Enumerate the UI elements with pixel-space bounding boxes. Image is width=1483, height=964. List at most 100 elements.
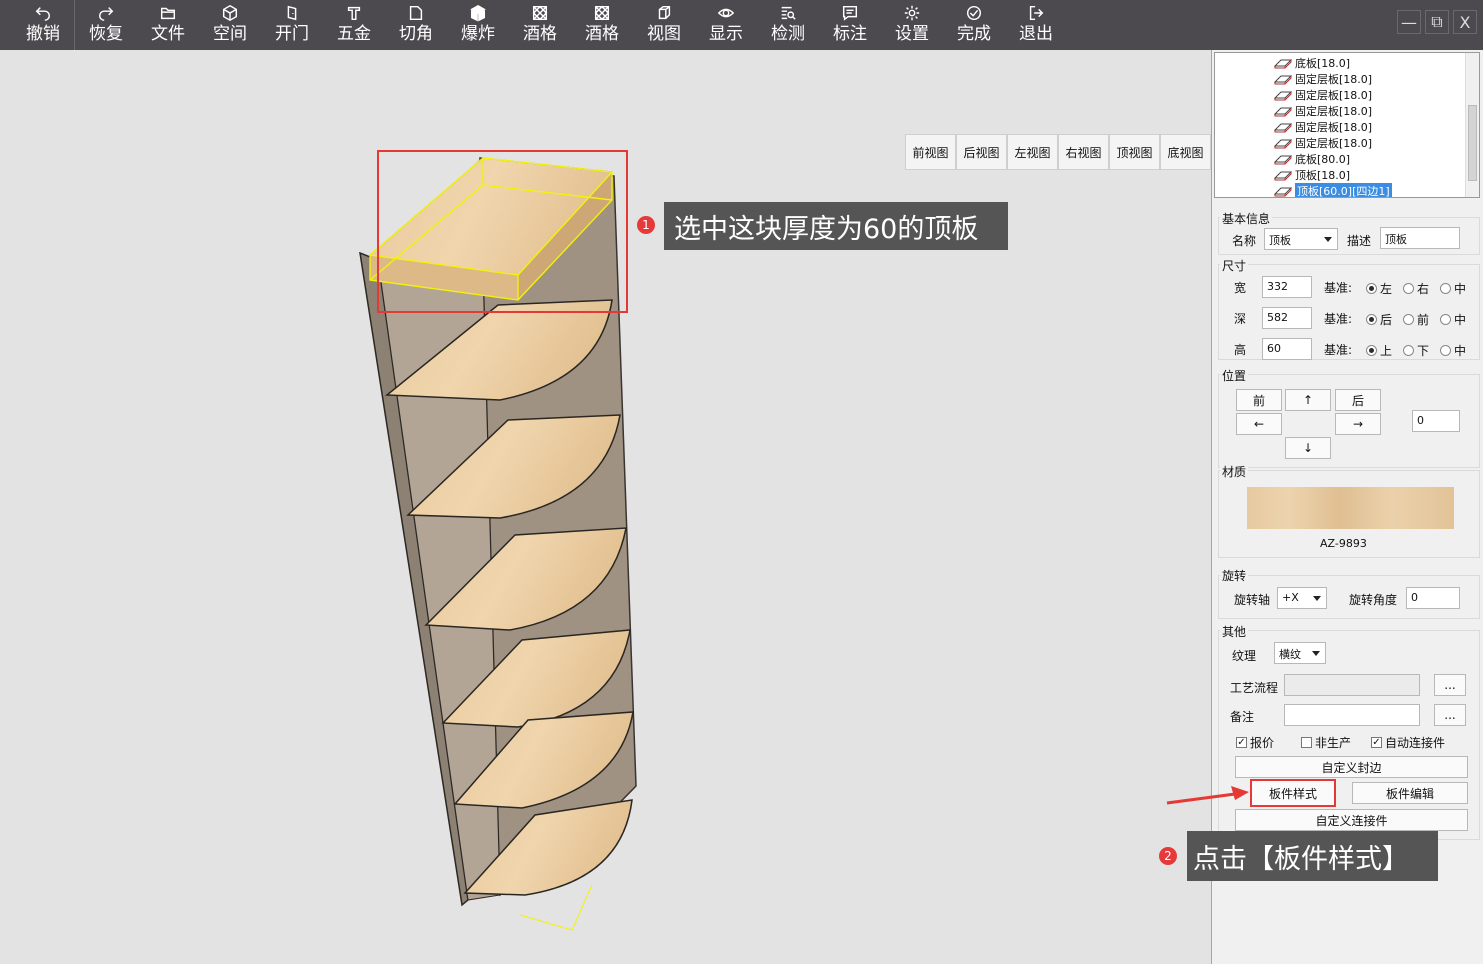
view-button[interactable]: 视图 bbox=[633, 0, 695, 50]
base-radio[interactable]: 下 bbox=[1403, 342, 1429, 359]
option-checkbox[interactable]: 非生产 bbox=[1301, 734, 1351, 751]
top-view-button[interactable]: 顶视图 bbox=[1109, 134, 1160, 170]
back-view-button[interactable]: 后视图 bbox=[956, 134, 1007, 170]
process-input[interactable] bbox=[1284, 674, 1420, 696]
base-radio[interactable]: 中 bbox=[1440, 342, 1466, 359]
size-input[interactable]: 332 bbox=[1262, 276, 1312, 298]
right-view-button[interactable]: 右视图 bbox=[1058, 134, 1109, 170]
base-radio[interactable]: 前 bbox=[1403, 311, 1429, 328]
tree-item[interactable]: 底板[80.0] bbox=[1273, 151, 1350, 167]
cut-corner-label: 切角 bbox=[399, 24, 433, 44]
explode-button[interactable]: 爆炸 bbox=[447, 0, 509, 50]
minimize-button[interactable]: — bbox=[1397, 10, 1421, 34]
panel-edit-button[interactable]: 板件编辑 bbox=[1352, 782, 1468, 804]
file-button[interactable]: 文件 bbox=[137, 0, 199, 50]
base-radio-label: 中 bbox=[1454, 282, 1467, 296]
board-icon bbox=[1273, 123, 1293, 133]
move-up-button[interactable]: ↑ bbox=[1285, 389, 1331, 411]
option-checkbox[interactable]: ✓ 报价 bbox=[1236, 734, 1274, 751]
front-view-button[interactable]: 前视图 bbox=[905, 134, 956, 170]
cut-corner-button[interactable]: 切角 bbox=[385, 0, 447, 50]
properties-panel: 底板[18.0] 固定层板[18.0] 固定层板[18.0] 固定层板[18.0] 固定… bbox=[1211, 50, 1483, 964]
tree-item[interactable]: 顶板[60.0][四边1] bbox=[1273, 183, 1392, 197]
move-right-button[interactable]: → bbox=[1335, 413, 1381, 435]
move-front-button[interactable]: 前 bbox=[1236, 389, 1282, 411]
base-radio-label: 后 bbox=[1380, 313, 1393, 327]
wine-grid-button-1[interactable]: 酒格 bbox=[509, 0, 571, 50]
name-select[interactable]: 顶板 bbox=[1264, 228, 1338, 250]
rotation-axis-select[interactable]: +X bbox=[1277, 587, 1327, 609]
base-radio[interactable]: 左 bbox=[1366, 280, 1392, 297]
desc-input[interactable]: 顶板 bbox=[1380, 227, 1460, 249]
component-tree[interactable]: 底板[18.0] 固定层板[18.0] 固定层板[18.0] 固定层板[18.0] 固定… bbox=[1214, 52, 1480, 198]
bottom-view-button[interactable]: 底视图 bbox=[1160, 134, 1211, 170]
display-button[interactable]: 显示 bbox=[695, 0, 757, 50]
space-button[interactable]: 空间 bbox=[199, 0, 261, 50]
move-down-button[interactable]: ↓ bbox=[1285, 437, 1331, 459]
wine-grid-icon bbox=[532, 5, 548, 21]
option-checkbox[interactable]: ✓ 自动连接件 bbox=[1371, 734, 1445, 751]
base-radio[interactable]: 上 bbox=[1366, 342, 1392, 359]
custom-edge-button[interactable]: 自定义封边 bbox=[1235, 756, 1468, 778]
tree-item[interactable]: 顶板[18.0] bbox=[1273, 167, 1350, 183]
size-input[interactable]: 582 bbox=[1262, 307, 1312, 329]
open-door-label: 开门 bbox=[275, 24, 309, 44]
move-back-button[interactable]: 后 bbox=[1335, 389, 1381, 411]
tree-item[interactable]: 固定层板[18.0] bbox=[1273, 71, 1372, 87]
undo-button[interactable]: 撤销 bbox=[12, 0, 74, 50]
exit-label: 退出 bbox=[1019, 24, 1053, 44]
inspect-button[interactable]: 检测 bbox=[757, 0, 819, 50]
grain-select[interactable]: 横纹 bbox=[1274, 642, 1326, 664]
wine-grid-button-2[interactable]: 酒格 bbox=[571, 0, 633, 50]
base-radio[interactable]: 后 bbox=[1366, 311, 1392, 328]
base-radio-label: 上 bbox=[1380, 344, 1393, 358]
tree-item[interactable]: 固定层板[18.0] bbox=[1273, 103, 1372, 119]
tree-item[interactable]: 固定层板[18.0] bbox=[1273, 87, 1372, 103]
base-radio[interactable]: 中 bbox=[1440, 280, 1466, 297]
close-button[interactable]: X bbox=[1453, 10, 1477, 34]
tree-item[interactable]: 底板[18.0] bbox=[1273, 55, 1350, 71]
annotate-button[interactable]: 标注 bbox=[819, 0, 881, 50]
move-left-button[interactable]: ← bbox=[1236, 413, 1282, 435]
step-callout-2-box: 点击【板件样式】 bbox=[1187, 831, 1438, 881]
restore-button[interactable]: ⧉ bbox=[1425, 10, 1449, 34]
tree-item-label: 固定层板[18.0] bbox=[1295, 89, 1373, 102]
finish-button[interactable]: 完成 bbox=[943, 0, 1005, 50]
process-label: 工艺流程 bbox=[1230, 681, 1279, 695]
size-label: 高 bbox=[1234, 343, 1247, 357]
tree-item-label: 固定层板[18.0] bbox=[1295, 73, 1373, 86]
size-input[interactable]: 60 bbox=[1262, 338, 1312, 360]
desc-label: 描述 bbox=[1347, 234, 1372, 248]
tree-scrollbar[interactable] bbox=[1465, 53, 1479, 197]
base-radio[interactable]: 右 bbox=[1403, 280, 1429, 297]
door-icon bbox=[287, 5, 297, 21]
tree-item[interactable]: 固定层板[18.0] bbox=[1273, 119, 1372, 135]
3d-viewport[interactable]: 前视图 后视图 左视图 右视图 顶视图 底视图 1 选中这块厚度为60的顶板 2 bbox=[0, 50, 1211, 964]
base-label: 基准: bbox=[1324, 281, 1353, 295]
move-step-input[interactable]: 0 bbox=[1412, 410, 1460, 432]
redo-button[interactable]: 恢复 bbox=[75, 0, 137, 50]
left-view-button[interactable]: 左视图 bbox=[1007, 134, 1058, 170]
radio-dot bbox=[1366, 345, 1377, 356]
radio-dot bbox=[1366, 314, 1377, 325]
remark-input[interactable] bbox=[1284, 704, 1420, 726]
rotation-angle-input[interactable]: 0 bbox=[1406, 587, 1460, 609]
wine-grid-icon bbox=[594, 5, 610, 21]
hardware-button[interactable]: 五金 bbox=[323, 0, 385, 50]
remark-more-button[interactable]: ... bbox=[1434, 704, 1466, 726]
grain-label: 纹理 bbox=[1232, 649, 1257, 663]
board-icon bbox=[1273, 59, 1293, 69]
undo-icon bbox=[35, 7, 51, 21]
settings-button[interactable]: 设置 bbox=[881, 0, 943, 50]
base-radio[interactable]: 中 bbox=[1440, 311, 1466, 328]
base-radio-label: 中 bbox=[1454, 313, 1467, 327]
material-texture-swatch[interactable] bbox=[1247, 487, 1454, 529]
process-more-button[interactable]: ... bbox=[1434, 674, 1466, 696]
exit-button[interactable]: 退出 bbox=[1005, 0, 1067, 50]
folder-icon bbox=[160, 7, 176, 20]
custom-connector-button[interactable]: 自定义连接件 bbox=[1235, 809, 1468, 831]
open-door-button[interactable]: 开门 bbox=[261, 0, 323, 50]
tree-scroll-thumb[interactable] bbox=[1468, 105, 1477, 181]
cabinet-model[interactable] bbox=[0, 50, 1211, 964]
tree-item[interactable]: 固定层板[18.0] bbox=[1273, 135, 1372, 151]
